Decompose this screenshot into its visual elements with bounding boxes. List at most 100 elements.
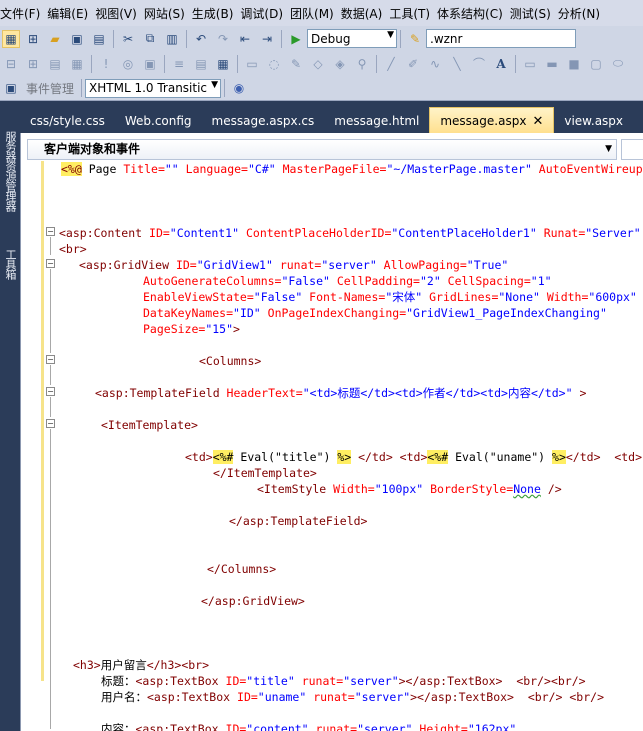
code-token: <ItemTemplate> xyxy=(101,418,198,432)
code-line: <ItemStyle Width="100px" BorderStyle=Non… xyxy=(257,481,562,497)
query-icon[interactable]: ▦ xyxy=(68,55,86,73)
sql-icon[interactable]: ▤ xyxy=(46,55,64,73)
results-icon[interactable]: ▣ xyxy=(141,55,159,73)
undo-icon[interactable]: ↶ xyxy=(192,30,210,48)
code-token: Title= xyxy=(123,162,165,176)
ide-window: 文件(F) 编辑(E) 视图(V) 网站(S) 生成(B) 调试(D) 团队(M) 数据(A)… xyxy=(0,0,643,731)
table-icon[interactable]: ⊞ xyxy=(24,55,42,73)
solution-configuration-combo[interactable]: Debug ▼ xyxy=(307,29,397,48)
diagonal-icon[interactable]: ╲ xyxy=(448,55,466,73)
lasso-icon[interactable]: ◌ xyxy=(265,55,283,73)
format-icon[interactable]: ▦ xyxy=(214,55,232,73)
code-token: "2" xyxy=(419,274,441,288)
menu-item[interactable]: 视图(V) xyxy=(95,5,144,22)
code-token: ID= xyxy=(218,722,247,731)
navigate-forward-icon[interactable]: ⇥ xyxy=(258,30,276,48)
rounded-rectangle-icon[interactable]: ▢ xyxy=(587,55,605,73)
arc-icon[interactable]: ⌒ xyxy=(470,55,488,73)
redo-icon[interactable]: ↷ xyxy=(214,30,232,48)
close-icon[interactable]: ✕ xyxy=(532,114,543,129)
navigate-back-icon[interactable]: ⇤ xyxy=(236,30,254,48)
code-token: <br> xyxy=(59,242,87,256)
new-project-icon[interactable]: ▦ xyxy=(2,29,20,48)
document-tab-active[interactable]: message.aspx ✕ xyxy=(429,107,555,133)
outline-line xyxy=(50,269,51,353)
outline-line xyxy=(50,429,51,729)
validate-icon[interactable]: ◉ xyxy=(230,79,248,97)
cut-icon[interactable]: ✂ xyxy=(119,30,137,48)
line-icon[interactable]: ╱ xyxy=(382,55,400,73)
document-tab[interactable]: view.aspx xyxy=(554,109,633,133)
code-token: "GridView1" xyxy=(196,258,273,272)
toolbar-separator xyxy=(237,54,238,73)
code-token: %> xyxy=(552,450,566,464)
find-combo[interactable]: .wznr xyxy=(426,29,576,48)
collapse-icon[interactable]: − xyxy=(46,387,55,396)
rectangle-icon[interactable]: ▭ xyxy=(521,55,539,73)
solid-rectangle-icon[interactable]: ■ xyxy=(565,55,583,73)
client-objects-events-combo[interactable]: 客户端对象和事件 ▼ xyxy=(27,139,617,160)
menu-item[interactable]: 工具(T) xyxy=(389,5,437,22)
paste-icon[interactable]: ▥ xyxy=(163,30,181,48)
code-editor[interactable]: 客户端对象和事件 ▼ ( − − − − − <%@ Page Title=""… xyxy=(20,133,643,731)
code-token: "Server" xyxy=(585,226,641,240)
event-manager-label: 事件管理 xyxy=(26,81,75,96)
save-icon[interactable]: ▣ xyxy=(68,30,86,48)
menu-item[interactable]: 体系结构(C) xyxy=(437,5,510,22)
collapse-icon[interactable]: − xyxy=(46,419,55,428)
menu-item[interactable]: 网站(S) xyxy=(144,5,192,22)
find-in-files-icon[interactable]: ✎ xyxy=(406,30,424,48)
menu-item[interactable]: 编辑(E) xyxy=(47,5,95,22)
toolbox-tab[interactable]: 工具箱 xyxy=(2,249,18,309)
code-token: EnableViewState= xyxy=(143,290,254,304)
menu-item[interactable]: 团队(M) xyxy=(290,5,341,22)
align-left-icon[interactable]: ≡ xyxy=(170,55,188,73)
menu-item[interactable]: 调试(D) xyxy=(240,5,290,22)
start-debugging-icon[interactable]: ▶ xyxy=(287,30,305,48)
open-file-icon[interactable]: ▰ xyxy=(46,30,64,48)
sql-run-icon[interactable]: ◎ xyxy=(119,55,137,73)
menu-item[interactable]: 测试(S) xyxy=(510,5,558,22)
ellipse-icon[interactable]: ⬭ xyxy=(609,55,627,73)
member-combo[interactable]: ( xyxy=(621,139,643,160)
navigation-bar: 客户端对象和事件 ▼ ( xyxy=(21,139,643,161)
collapse-icon[interactable]: − xyxy=(46,355,55,364)
filled-rectangle-icon[interactable]: ▬ xyxy=(543,55,561,73)
document-tab[interactable]: css/style.css xyxy=(20,109,115,133)
brush-icon[interactable]: ✐ xyxy=(404,55,422,73)
text-icon[interactable]: A xyxy=(492,55,510,73)
code-text-area[interactable]: <%@ Page Title="" Language="C#" MasterPa… xyxy=(59,161,643,731)
code-token: > xyxy=(233,322,240,336)
document-tab[interactable]: message.html xyxy=(324,109,429,133)
save-all-icon[interactable]: ▤ xyxy=(90,30,108,48)
fill-icon[interactable]: ◈ xyxy=(331,55,349,73)
rectangle-select-icon[interactable]: ▭ xyxy=(243,55,261,73)
code-token: "content" xyxy=(246,722,309,731)
pencil-icon[interactable]: ✎ xyxy=(287,55,305,73)
document-tab[interactable]: Web.config xyxy=(115,109,202,133)
target-schema-icon[interactable]: ▣ xyxy=(2,79,20,97)
exclamation-icon[interactable]: ! xyxy=(97,55,115,73)
copy-icon[interactable]: ⧉ xyxy=(141,30,159,48)
grid-icon[interactable]: ⊟ xyxy=(2,55,20,73)
change-tracking-bar xyxy=(41,161,44,681)
document-tab-label: message.html xyxy=(334,114,420,128)
document-icon[interactable]: ▤ xyxy=(192,55,210,73)
collapse-icon[interactable]: − xyxy=(46,227,55,236)
server-explorer-tab[interactable]: 服务器资源管理器 xyxy=(2,131,18,241)
menu-item[interactable]: 文件(F) xyxy=(0,5,47,22)
code-token: <%# xyxy=(427,450,449,464)
collapse-icon[interactable]: − xyxy=(46,259,55,268)
curve-icon[interactable]: ∿ xyxy=(426,55,444,73)
menu-item[interactable]: 数据(A) xyxy=(341,5,390,22)
document-tab[interactable]: message.aspx.cs xyxy=(202,109,325,133)
zoom-icon[interactable]: ⚲ xyxy=(353,55,371,73)
menu-item[interactable]: 分析(N) xyxy=(558,5,607,22)
eraser-icon[interactable]: ◇ xyxy=(309,55,327,73)
code-token: "<td>标题</td><td>作者</td><td>内容</td>" xyxy=(302,386,573,400)
code-token: <br/> xyxy=(550,674,586,688)
code-token: "False" xyxy=(253,290,303,304)
doctype-combo[interactable]: XHTML 1.0 Transitic ▼ xyxy=(85,78,222,98)
add-item-icon[interactable]: ⊞ xyxy=(24,30,42,48)
menu-item[interactable]: 生成(B) xyxy=(192,5,241,22)
